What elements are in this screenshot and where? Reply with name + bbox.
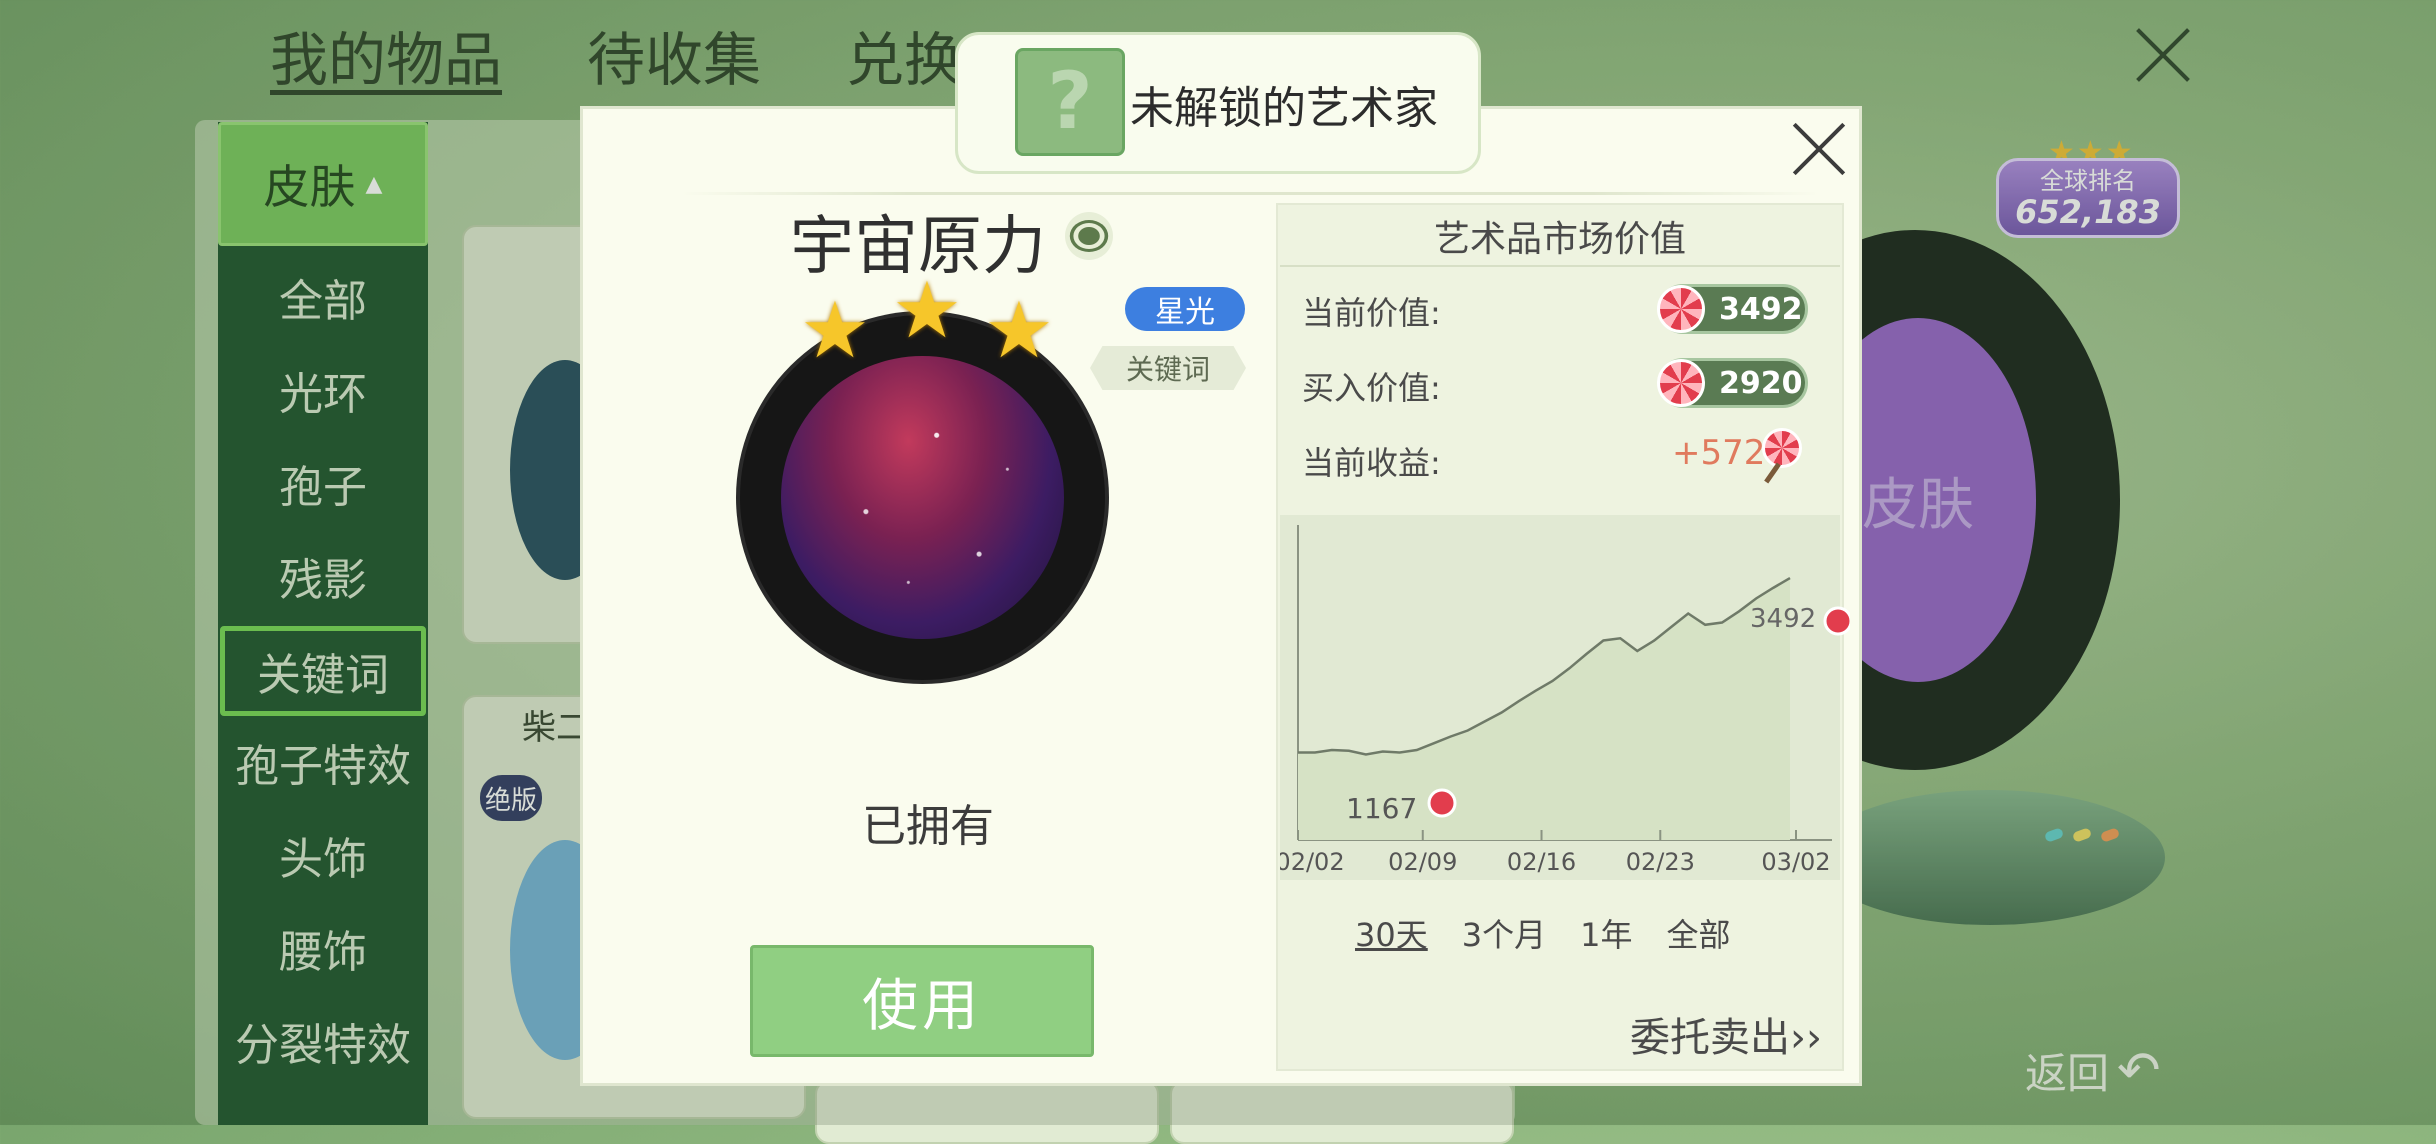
profit-label: 当前收益: — [1302, 444, 1441, 482]
current-value-pill: 3492 — [1657, 284, 1808, 334]
consign-label: 委托卖出 — [1630, 1015, 1790, 1061]
candy-currency-icon — [1762, 428, 1802, 468]
current-value: 3492 — [1719, 291, 1803, 327]
star-icon: ★ — [984, 286, 1054, 376]
current-value-label: 当前价值: — [1302, 294, 1441, 332]
buy-value-pill: 2920 — [1657, 358, 1808, 408]
chart-end-annotation: 3492 — [1750, 604, 1816, 634]
time-range-selector: 30天 3个月 1年 全部 — [1355, 910, 1731, 956]
range-1y[interactable]: 1年 — [1580, 910, 1632, 956]
artist-label: 未解锁的艺术家 — [1130, 83, 1438, 134]
buy-value-label: 买入价值: — [1302, 369, 1441, 407]
star-icon: ★ — [800, 286, 870, 376]
rarity-stars: ★ ★ ★ — [800, 266, 1090, 370]
ownership-status: 已拥有 — [862, 801, 994, 852]
consign-sell-link[interactable]: 委托卖出›› — [1630, 1005, 1822, 1063]
range-all[interactable]: 全部 — [1666, 910, 1730, 956]
market-title: 艺术品市场价值 — [1433, 219, 1686, 260]
buy-value: 2920 — [1719, 365, 1803, 401]
candy-currency-icon — [1427, 788, 1457, 818]
range-30d[interactable]: 30天 — [1355, 910, 1428, 956]
chart-x-tick-label: 02/02 — [1280, 848, 1345, 876]
candy-currency-icon — [1657, 285, 1705, 333]
eye-icon[interactable] — [1065, 212, 1113, 260]
unknown-artist-icon: ? — [1015, 48, 1125, 156]
use-button[interactable]: 使用 — [750, 945, 1094, 1057]
candy-currency-icon — [1823, 606, 1850, 636]
cosmos-skin-image — [781, 356, 1064, 639]
range-3m[interactable]: 3个月 — [1462, 910, 1546, 956]
chart-start-annotation: 1167 — [1346, 792, 1417, 825]
star-icon: ★ — [892, 266, 962, 356]
chart-x-tick-label: 02/09 — [1388, 848, 1457, 876]
rarity-tag: 星光 — [1125, 287, 1245, 331]
chart-x-tick-label: 02/23 — [1626, 848, 1695, 876]
profit-value: +572 — [1672, 433, 1766, 473]
candy-currency-icon — [1657, 359, 1705, 407]
price-chart: 02/02 02/09 02/16 02/23 03/02 1167 3492 — [1280, 525, 1850, 876]
chart-x-tick-label: 02/16 — [1507, 848, 1576, 876]
divider — [1280, 265, 1840, 267]
chart-x-tick-label: 03/02 — [1761, 848, 1830, 876]
chevron-right-icon: ›› — [1790, 1015, 1822, 1061]
close-icon[interactable] — [1790, 120, 1848, 178]
type-tag: 关键词 — [1090, 346, 1246, 390]
